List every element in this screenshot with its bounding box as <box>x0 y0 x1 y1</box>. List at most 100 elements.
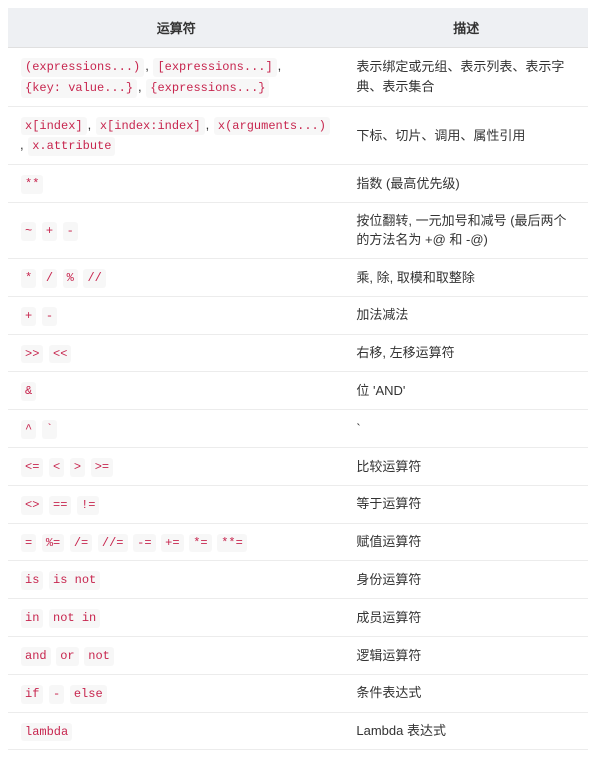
operator-code: ` <box>42 420 57 439</box>
cell-operators: >> << <box>8 334 344 372</box>
operator-code: << <box>49 345 71 364</box>
separator: , <box>145 58 152 73</box>
operator-code: ^ <box>21 420 36 439</box>
cell-description: 右移, 左移运算符 <box>344 334 588 372</box>
operator-code: x(arguments...) <box>214 117 330 136</box>
cell-description: 逻辑运算符 <box>344 636 588 674</box>
cell-operators: * / % // <box>8 258 344 296</box>
table-row: <= < > >=比较运算符 <box>8 447 588 485</box>
cell-operators: and or not <box>8 636 344 674</box>
cell-description: 成员运算符 <box>344 599 588 637</box>
operator-code: {expressions...} <box>146 79 269 98</box>
operator-code: >= <box>91 458 113 477</box>
operator-code: or <box>56 647 78 666</box>
cell-description: 身份运算符 <box>344 561 588 599</box>
table-row: * / % //乘, 除, 取模和取整除 <box>8 258 588 296</box>
operator-code: is not <box>49 571 100 590</box>
table-row: (expressions...), [expressions...], {key… <box>8 48 588 107</box>
operator-code: if <box>21 685 43 704</box>
table-row: if - else条件表达式 <box>8 674 588 712</box>
operator-code: % <box>63 269 78 288</box>
table-row: ** 指数 (最高优先级) <box>8 165 588 203</box>
cell-operators: = %= /= //= -= += *= **= <box>8 523 344 561</box>
cell-description: ` <box>344 410 588 448</box>
operator-code: * <box>21 269 36 288</box>
cell-operators: if - else <box>8 674 344 712</box>
table-row: = %= /= //= -= += *= **=赋值运算符 <box>8 523 588 561</box>
operator-code: - <box>42 307 57 326</box>
operator-code: < <box>49 458 64 477</box>
table-row: x[index], x[index:index], x(arguments...… <box>8 106 588 165</box>
operator-code: > <box>70 458 85 477</box>
cell-operators: <= < > >= <box>8 447 344 485</box>
table-row: and or not逻辑运算符 <box>8 636 588 674</box>
table-row: >> <<右移, 左移运算符 <box>8 334 588 372</box>
table-row: lambda Lambda 表达式 <box>8 712 588 750</box>
operator-code: x[index:index] <box>96 117 205 136</box>
operator-code: [expressions...] <box>153 58 276 77</box>
cell-operators: <> == != <box>8 485 344 523</box>
cell-operators: ^ ` <box>8 410 344 448</box>
cell-operators: ** <box>8 165 344 203</box>
separator: , <box>20 137 27 152</box>
table-row: is is not 身份运算符 <box>8 561 588 599</box>
operator-code: (expressions...) <box>21 58 144 77</box>
operator-code: not <box>84 647 114 666</box>
operator-code: %= <box>42 534 64 553</box>
operator-code: / <box>42 269 57 288</box>
cell-operators: ~ + - <box>8 202 344 258</box>
cell-operators: in not in <box>8 599 344 637</box>
operator-code: is <box>21 571 43 590</box>
operator-code: - <box>63 222 78 241</box>
cell-description: Lambda 表达式 <box>344 712 588 750</box>
operator-code: not in <box>49 609 100 628</box>
operator-code: ** <box>21 175 43 194</box>
operator-code: <> <box>21 496 43 515</box>
header-description: 描述 <box>344 8 588 48</box>
cell-operators: + - <box>8 296 344 334</box>
table-row: <> == !=等于运算符 <box>8 485 588 523</box>
table-row: ~ + -按位翻转, 一元加号和减号 (最后两个的方法名为 +@ 和 -@) <box>8 202 588 258</box>
operator-code: -= <box>133 534 155 553</box>
operator-code: x.attribute <box>28 137 115 156</box>
cell-description: 等于运算符 <box>344 485 588 523</box>
operator-code: ~ <box>21 222 36 241</box>
cell-description: 指数 (最高优先级) <box>344 165 588 203</box>
operator-code: != <box>77 496 99 515</box>
cell-description: 赋值运算符 <box>344 523 588 561</box>
operator-code: //= <box>98 534 128 553</box>
cell-description: 加法减法 <box>344 296 588 334</box>
separator: , <box>138 79 145 94</box>
table-header-row: 运算符 描述 <box>8 8 588 48</box>
operator-code: = <box>21 534 36 553</box>
cell-description: 表示绑定或元组、表示列表、表示字典、表示集合 <box>344 48 588 107</box>
header-operator: 运算符 <box>8 8 344 48</box>
operator-code: & <box>21 382 36 401</box>
operator-code: **= <box>217 534 247 553</box>
operator-code: else <box>70 685 107 704</box>
operator-code: // <box>83 269 105 288</box>
operator-code: <= <box>21 458 43 477</box>
cell-description: 条件表达式 <box>344 674 588 712</box>
operator-code: += <box>161 534 183 553</box>
table-row: + -加法减法 <box>8 296 588 334</box>
cell-operators: & <box>8 372 344 410</box>
operator-code: and <box>21 647 51 666</box>
table-row: ^ `` <box>8 410 588 448</box>
operator-code: lambda <box>21 723 72 742</box>
separator: , <box>278 58 282 73</box>
operator-code: x[index] <box>21 117 87 136</box>
cell-description: 乘, 除, 取模和取整除 <box>344 258 588 296</box>
operator-code: {key: value...} <box>21 79 137 98</box>
separator: , <box>206 117 213 132</box>
operator-code: - <box>49 685 64 704</box>
operator-code: /= <box>70 534 92 553</box>
cell-description: 按位翻转, 一元加号和减号 (最后两个的方法名为 +@ 和 -@) <box>344 202 588 258</box>
cell-operators: (expressions...), [expressions...], {key… <box>8 48 344 107</box>
table-row: & 位 'AND' <box>8 372 588 410</box>
cell-description: 位 'AND' <box>344 372 588 410</box>
cell-operators: lambda <box>8 712 344 750</box>
operator-code: + <box>21 307 36 326</box>
separator: , <box>88 117 95 132</box>
operator-precedence-table: 运算符 描述 (expressions...), [expressions...… <box>8 8 588 750</box>
